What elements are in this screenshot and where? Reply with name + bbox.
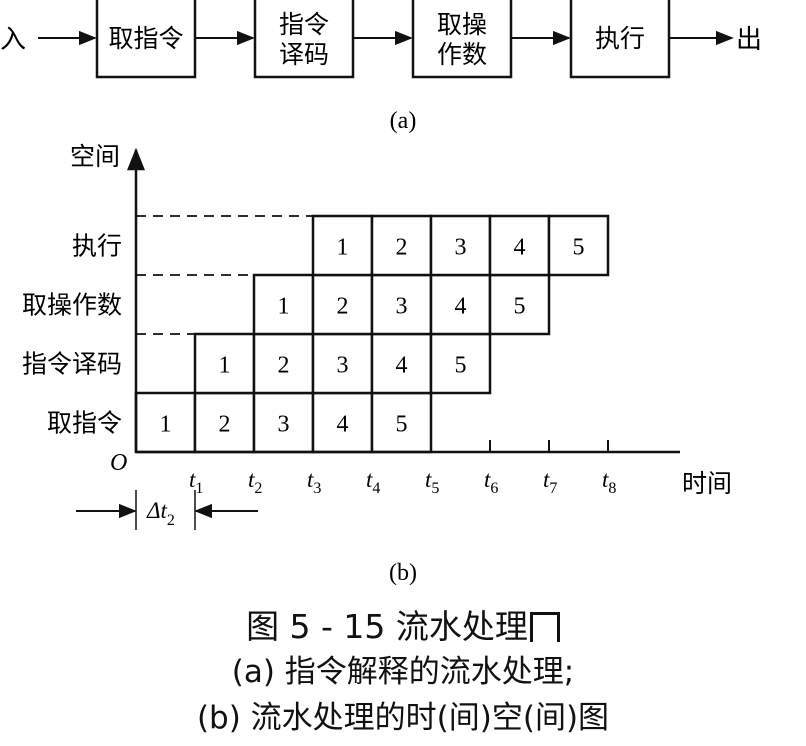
caption-line-b: (b) 流水处理的时(间)空(间)图	[196, 700, 610, 736]
pipeline-diagram: 入取指令 指令译码取操作数执行 出(a)1 2 3 4 5取指令1 2 3 4 5指令译码1 2 3 4 5…	[0, 0, 762, 586]
cell-instruction-label: 3	[455, 235, 467, 261]
subfigure-a-label: (a)	[390, 108, 417, 134]
origin-label: O	[110, 450, 127, 476]
cell-instruction-label: 1	[160, 412, 172, 438]
stage-label: 取指令	[108, 24, 183, 53]
cell-instruction-label: 2	[219, 412, 231, 438]
x-tick-label: t2	[248, 467, 262, 497]
cell-instruction-label: 4	[455, 294, 467, 320]
cell-instruction-label: 1	[278, 294, 290, 320]
row-label: 执行	[72, 232, 122, 261]
cell-instruction-label: 4	[337, 412, 349, 438]
cell-instruction-label: 5	[514, 294, 526, 320]
x-tick-label: t5	[425, 467, 439, 497]
figure-caption: 图 5 - 15 流水处理	[0, 600, 806, 648]
x-tick-label: t6	[484, 467, 498, 497]
caption-line-a: (a) 指令解释的流水处理;	[231, 654, 575, 690]
cell-instruction-label: 3	[396, 294, 408, 320]
stage-label: 取操	[437, 10, 487, 39]
cell-instruction-label: 1	[219, 353, 231, 379]
x-tick-label: t3	[307, 467, 321, 497]
cell-instruction-label: 3	[337, 353, 349, 379]
figure-title: 图 5 - 15 流水处理	[246, 607, 528, 646]
cell-instruction-label: 5	[573, 235, 585, 261]
cell-instruction-label: 5	[396, 412, 408, 438]
cell-instruction-label: 4	[514, 235, 526, 261]
x-tick-label: t8	[602, 467, 616, 497]
stage-label: 作数	[437, 40, 487, 69]
stage-label: 指令	[279, 10, 329, 39]
x-tick-label: t7	[543, 467, 557, 497]
delta-t-label: Δt2	[146, 498, 175, 529]
subfigure-b-label: (b)	[389, 560, 417, 586]
row-label: 指令译码	[22, 350, 122, 379]
y-axis-label: 空间	[70, 142, 120, 171]
x-axis-label: 时间	[682, 469, 732, 498]
cell-instruction-label: 2	[396, 235, 408, 261]
x-tick-label: t4	[366, 467, 380, 497]
row-label: 取指令	[47, 409, 122, 438]
cell-instruction-label: 4	[396, 353, 408, 379]
caption-box-glyph	[529, 612, 560, 642]
output-label: 出	[736, 25, 762, 55]
cell-instruction-label: 2	[337, 294, 349, 320]
cell-instruction-label: 3	[278, 412, 290, 438]
cell-instruction-label: 5	[455, 353, 467, 379]
stage-label: 译码	[279, 40, 329, 69]
row-label: 取操作数	[22, 291, 122, 320]
input-label: 入	[0, 25, 26, 55]
cell-instruction-label: 1	[337, 235, 349, 261]
stage-label: 执行	[595, 24, 645, 53]
cell-instruction-label: 2	[278, 353, 290, 379]
x-tick-label: t1	[189, 467, 203, 497]
